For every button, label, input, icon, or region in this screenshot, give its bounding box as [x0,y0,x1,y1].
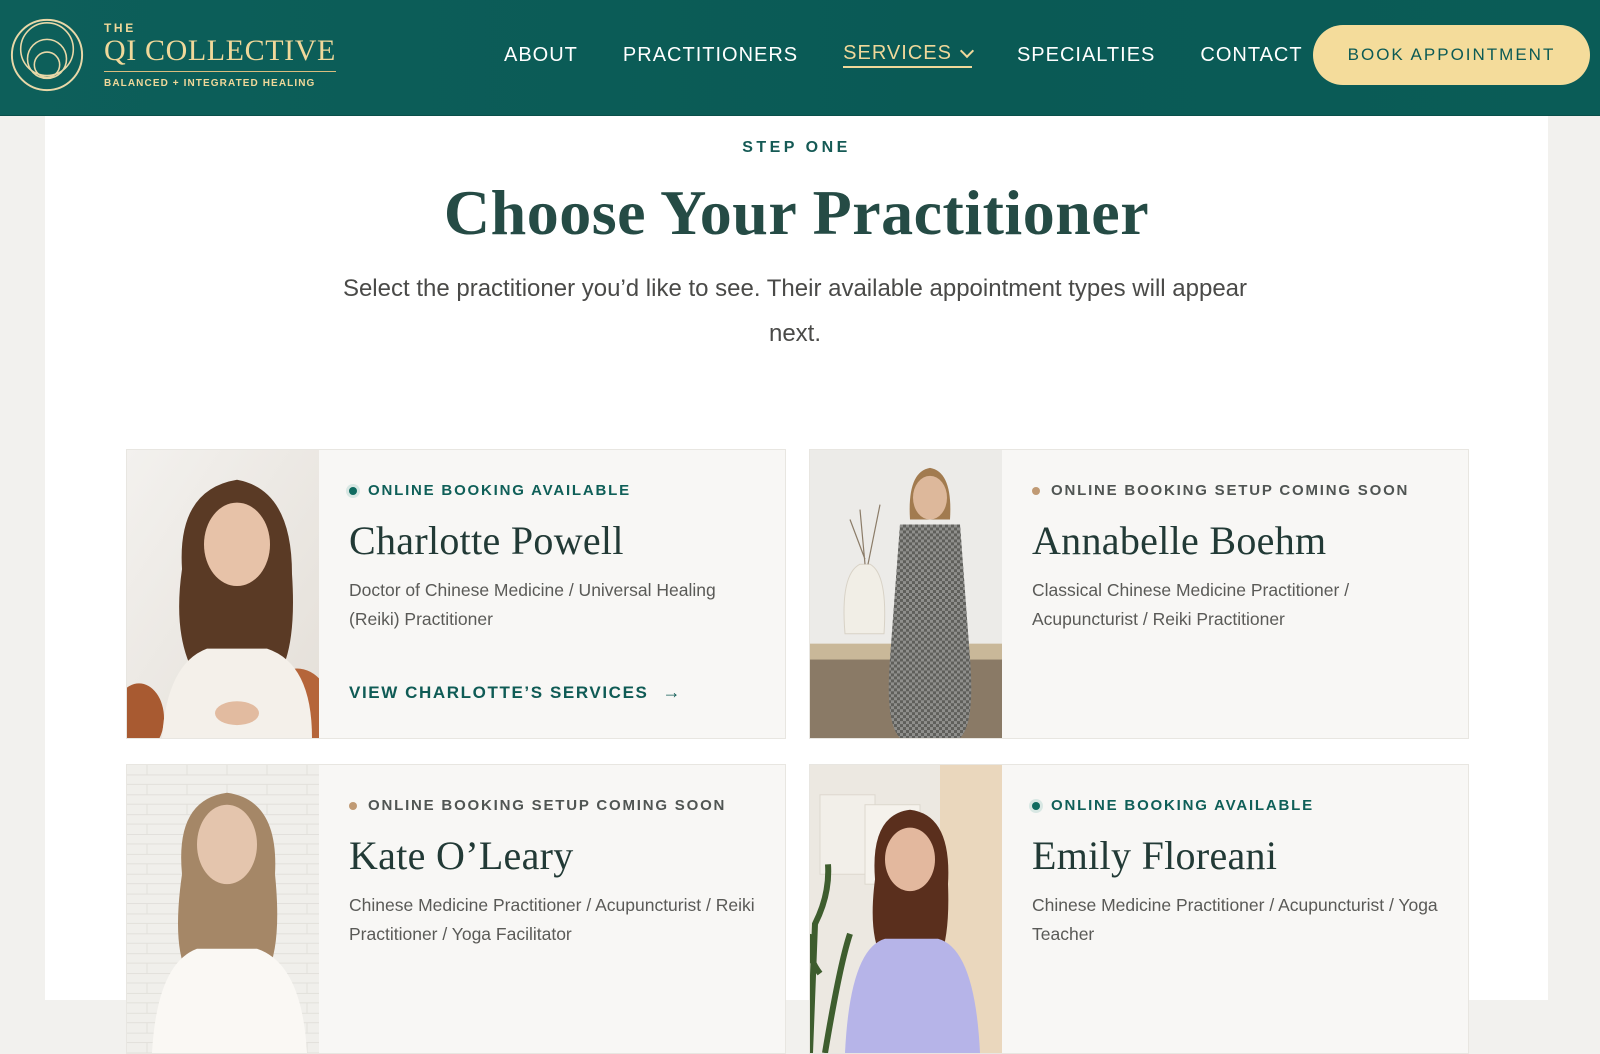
booking-status: ONLINE BOOKING AVAILABLE [349,482,765,499]
practitioner-name: Emily Floreani [1032,833,1278,878]
nav-services-label: SERVICES [843,42,952,64]
card-content: ONLINE BOOKING AVAILABLE Emily Floreani … [1032,797,1448,949]
booking-status-label: ONLINE BOOKING AVAILABLE [368,482,631,499]
status-dot-icon [349,486,357,495]
book-appointment-button[interactable]: BOOK APPOINTMENT [1313,25,1590,85]
card-content: ONLINE BOOKING AVAILABLE Charlotte Powel… [349,482,765,634]
logo-tagline: BALANCED + INTEGRATED HEALING [104,78,316,89]
logo-circles-icon [10,18,84,92]
logo-the: THE [104,21,136,35]
practitioner-card-emily[interactable]: ONLINE BOOKING AVAILABLE Emily Floreani … [809,764,1469,1054]
nav-specialties[interactable]: SPECIALTIES [1017,44,1155,67]
practitioner-card-annabelle[interactable]: ONLINE BOOKING SETUP COMING SOON Annabel… [809,449,1469,739]
arrow-right-icon: → [662,682,683,702]
practitioner-card-charlotte[interactable]: ONLINE BOOKING AVAILABLE Charlotte Powel… [126,449,786,739]
nav-services[interactable]: SERVICES [843,42,975,68]
nav-contact[interactable]: CONTACT [1200,44,1302,67]
nav-practitioners[interactable]: PRACTITIONERS [623,44,798,67]
practitioner-photo [127,450,319,738]
booking-panel: STEP ONE Choose Your Practitioner Select… [45,116,1548,1054]
practitioner-photo [127,765,319,1053]
card-content: ONLINE BOOKING SETUP COMING SOON Kate O’… [349,797,765,949]
booking-status: ONLINE BOOKING SETUP COMING SOON [349,797,765,814]
status-dot-icon [1032,801,1040,810]
site-header: THE QI COLLECTIVE BALANCED + INTEGRATED … [0,0,1600,116]
practitioner-name: Annabelle Boehm [1032,518,1327,563]
status-dot-icon [349,801,357,810]
main-nav: ABOUT PRACTITIONERS SERVICES SPECIALTIES… [504,42,1348,68]
nav-about[interactable]: ABOUT [504,44,578,67]
intro-text: Select the practitioner you’d like to se… [342,275,1248,347]
view-services-label: VIEW CHARLOTTE’S SERVICES [349,682,649,702]
card-content: ONLINE BOOKING SETUP COMING SOON Annabel… [1032,482,1448,634]
practitioner-name: Kate O’Leary [349,833,574,878]
logo-wordmark: THE QI COLLECTIVE BALANCED + INTEGRATED … [104,21,336,89]
chevron-down-icon [959,43,975,58]
practitioner-name: Charlotte Powell [349,518,624,563]
booking-status: ONLINE BOOKING AVAILABLE [1032,797,1448,814]
practitioner-photo [810,450,1002,738]
practitioner-role: Classical Chinese Medicine Practitioner … [1032,580,1350,629]
page-title: Choose Your Practitioner [443,177,1150,248]
booking-status-label: ONLINE BOOKING AVAILABLE [1051,797,1314,814]
booking-status-label: ONLINE BOOKING SETUP COMING SOON [368,797,727,814]
status-dot-icon [1032,486,1040,495]
practitioner-role: Chinese Medicine Practitioner / Acupunct… [1032,895,1438,944]
practitioner-card-kate[interactable]: ONLINE BOOKING SETUP COMING SOON Kate O’… [126,764,786,1054]
site-logo[interactable]: THE QI COLLECTIVE BALANCED + INTEGRATED … [8,16,336,94]
practitioner-photo [810,765,1002,1053]
view-services-link[interactable]: VIEW CHARLOTTE’S SERVICES → [349,682,682,703]
practitioner-role: Chinese Medicine Practitioner / Acupunct… [349,895,755,944]
practitioner-role: Doctor of Chinese Medicine / Universal H… [349,580,716,629]
logo-name: QI COLLECTIVE [104,35,336,72]
step-label: STEP ONE [742,139,851,156]
booking-status: ONLINE BOOKING SETUP COMING SOON [1032,482,1448,499]
booking-status-label: ONLINE BOOKING SETUP COMING SOON [1051,482,1410,499]
